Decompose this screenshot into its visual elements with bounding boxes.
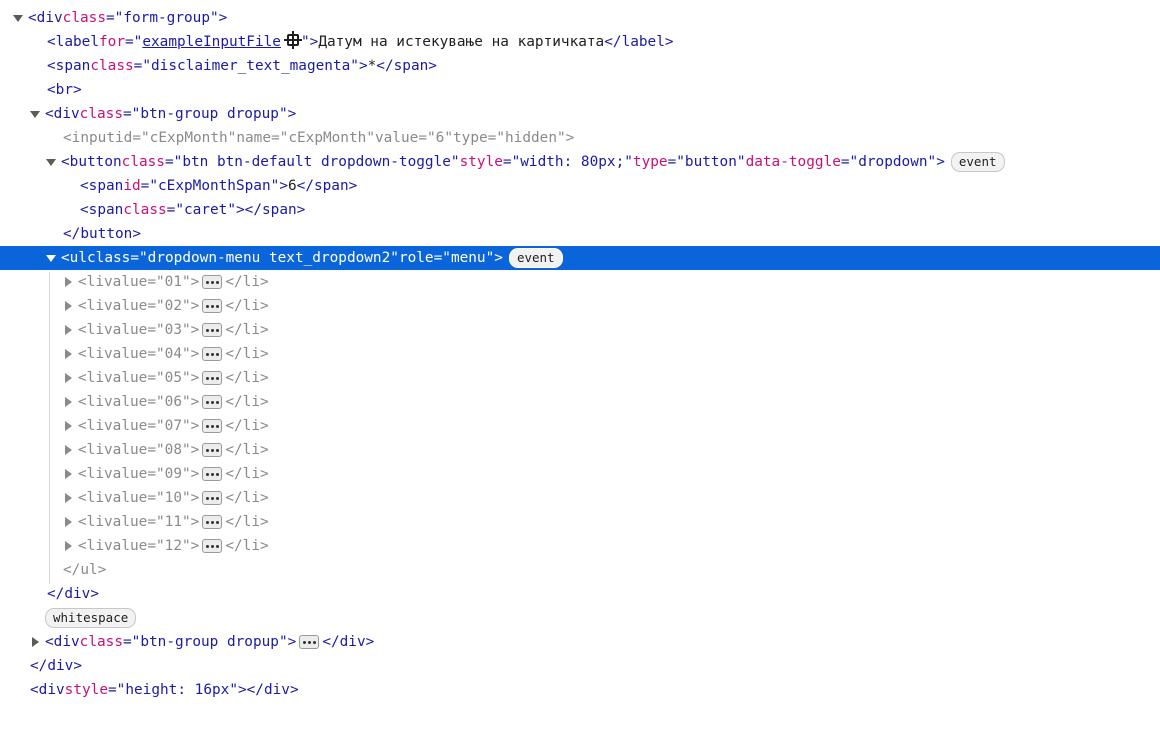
list-item[interactable]: < li value = "07" > </li > (0, 414, 1160, 438)
collapse-triangle-icon[interactable] (65, 421, 72, 431)
node-div-close-2[interactable]: </div > (0, 654, 1160, 678)
node-form-group[interactable]: < div class = "form-group" > (0, 6, 1160, 30)
node-btn-group-2[interactable]: < div class = "btn-group dropup" > </div > (0, 630, 1160, 654)
node-input-hidden[interactable]: < input id = "cExpMonth" name = "cExpMonth" v… (0, 126, 1160, 150)
collapse-triangle-icon[interactable] (65, 469, 72, 479)
ellipsis-icon[interactable] (202, 419, 223, 433)
collapse-triangle-icon[interactable] (65, 325, 72, 335)
list-item[interactable]: < li value = "11" > </li > (0, 510, 1160, 534)
whitespace-badge[interactable]: whitespace (45, 608, 137, 628)
for-link[interactable]: exampleInputFile (142, 34, 281, 50)
ellipsis-icon[interactable] (202, 515, 223, 529)
ellipsis-icon[interactable] (202, 539, 223, 553)
node-btn-group-1[interactable]: < div class = "btn-group dropup" > (0, 102, 1160, 126)
ellipsis-icon[interactable] (202, 467, 223, 481)
expand-triangle-icon[interactable] (46, 158, 56, 166)
list-item[interactable]: < li value = "12" > </li > (0, 534, 1160, 558)
collapse-triangle-icon[interactable] (65, 397, 72, 407)
ellipsis-icon[interactable] (202, 299, 223, 313)
expand-triangle-icon[interactable] (13, 14, 23, 22)
collapse-triangle-icon[interactable] (65, 301, 72, 311)
node-div-close-1[interactable]: </div > (0, 582, 1160, 606)
ellipsis-icon[interactable] (202, 491, 223, 505)
dom-inspector-tree: < div class = "form-group" > < label for = "exa… (0, 0, 1160, 704)
node-br[interactable]: < br > (0, 78, 1160, 102)
collapse-triangle-icon[interactable] (65, 493, 72, 503)
collapse-triangle-icon[interactable] (65, 445, 72, 455)
ellipsis-icon[interactable] (202, 395, 223, 409)
event-badge[interactable]: event (508, 248, 563, 268)
node-ul-selected[interactable]: < ul class = "dropdown-menu text_dropdown2"… (0, 246, 1160, 270)
target-chip-icon[interactable] (283, 31, 302, 49)
list-item[interactable]: < li value = "06" > </li > (0, 390, 1160, 414)
ellipsis-icon[interactable] (202, 443, 223, 457)
list-item[interactable]: < li value = "03" > </li > (0, 318, 1160, 342)
ellipsis-icon[interactable] (202, 323, 223, 337)
ellipsis-icon[interactable] (299, 635, 320, 649)
collapse-triangle-icon[interactable] (65, 517, 72, 527)
node-ul-close[interactable]: </ul > (0, 558, 1160, 582)
ellipsis-icon[interactable] (202, 347, 223, 361)
node-span-disclaimer[interactable]: < span class = "disclaimer_text_magenta" > * <… (0, 54, 1160, 78)
expand-triangle-icon[interactable] (30, 110, 40, 118)
list-item[interactable]: < li value = "09" > </li > (0, 462, 1160, 486)
list-item[interactable]: < li value = "10" > </li > (0, 486, 1160, 510)
list-item[interactable]: < li value = "02" > </li > (0, 294, 1160, 318)
ellipsis-icon[interactable] (202, 275, 223, 289)
node-span-caret[interactable]: < span class = "caret" ></span > (0, 198, 1160, 222)
collapse-triangle-icon[interactable] (65, 349, 72, 359)
collapse-triangle-icon[interactable] (65, 541, 72, 551)
node-span-month[interactable]: < span id = "cExpMonthSpan" >6 </span > (0, 174, 1160, 198)
list-item[interactable]: < li value = "01" > </li > (0, 270, 1160, 294)
node-spacer-div[interactable]: < div style = "height: 16px" ></div > (0, 678, 1160, 702)
collapse-triangle-icon[interactable] (65, 373, 72, 383)
node-button-close[interactable]: </button > (0, 222, 1160, 246)
collapse-triangle-icon[interactable] (32, 637, 39, 647)
ellipsis-icon[interactable] (202, 371, 223, 385)
node-button[interactable]: < button class = "btn btn-default dropdown-… (0, 150, 1160, 174)
collapse-triangle-icon[interactable] (65, 277, 72, 287)
list-item[interactable]: < li value = "05" > </li > (0, 366, 1160, 390)
node-whitespace[interactable]: whitespace (0, 606, 1160, 630)
expand-triangle-icon[interactable] (46, 254, 56, 262)
event-badge[interactable]: event (950, 152, 1005, 172)
list-item[interactable]: < li value = "08" > </li > (0, 438, 1160, 462)
node-label[interactable]: < label for = "exampleInputFile " > Датум на и… (0, 30, 1160, 54)
list-item[interactable]: < li value = "04" > </li > (0, 342, 1160, 366)
